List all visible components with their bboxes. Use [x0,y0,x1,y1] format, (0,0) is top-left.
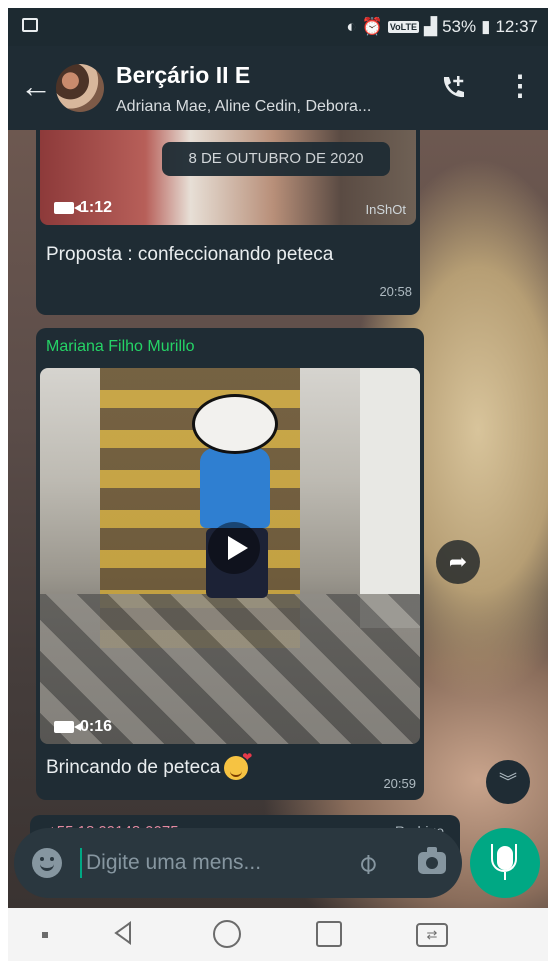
nav-dot-icon[interactable] [42,932,48,938]
wall-scene [360,368,420,628]
video-duration-2: 0:16 [54,718,112,736]
status-right: ◐ ⏰ VoLTE ▟ 53% ▮ 12:37 [346,8,538,46]
inshot-watermark: InShOt [365,202,406,217]
emoji-icon[interactable] [32,848,62,878]
vibrate-icon: ◐ [346,17,357,36]
nav-switch-app-icon[interactable]: ⇄ [416,923,448,947]
message-input[interactable] [86,846,296,880]
chat-header: ← Berçário II E Adriana Mae, Aline Cedin… [8,46,548,130]
nav-home-icon[interactable] [213,920,241,948]
alarm-icon: ⏰ [361,17,383,36]
video-camera-icon [54,721,81,733]
caption-text-2: Brincando de peteca [46,757,221,778]
camera-icon[interactable] [418,847,446,874]
video-message-2[interactable]: Mariana Filho Murillo 0:16 Brincando de … [36,328,424,800]
group-title[interactable]: Berçário II E [116,62,250,89]
video-camera-icon [54,202,81,214]
nav-recents-icon[interactable] [316,921,342,947]
message-caption-2: Brincando de peteca [46,750,252,780]
attach-icon[interactable]: ⌀ [343,839,391,887]
group-members[interactable]: Adriana Mae, Aline Cedin, Debora... [116,98,371,116]
duration-text-2: 0:16 [80,718,113,735]
message-time-2: 20:59 [383,776,416,791]
video-duration-1: 1:12 [54,199,112,217]
forward-icon[interactable]: ➦ [436,540,480,584]
message-time-1: 20:58 [379,284,412,299]
more-menu-icon[interactable]: ⋮ [506,72,534,102]
volte-label: VoLTE [387,21,419,33]
face-blur-mask [192,394,278,454]
date-divider: 8 DE OUTUBRO DE 2020 [162,142,390,176]
message-caption-1: Proposta : confeccionando peteca [46,244,334,265]
sender-name[interactable]: Mariana Filho Murillo [46,338,195,356]
back-arrow-icon[interactable]: ← [18,68,54,104]
duration-text-1: 1:12 [80,199,113,216]
gallery-icon [22,18,38,32]
group-avatar[interactable] [56,64,104,112]
video-thumbnail-2[interactable]: 0:16 [40,368,420,744]
phone-screen: ◐ ⏰ VoLTE ▟ 53% ▮ 12:37 ← Berçário II E … [8,8,548,961]
mic-icon [491,844,517,872]
text-cursor [80,848,82,878]
smiling-face-hearts-emoji-icon [224,750,252,780]
battery-icon: ▮ [481,17,491,36]
status-bar: ◐ ⏰ VoLTE ▟ 53% ▮ 12:37 [8,8,548,46]
chat-area[interactable]: 1:12 InShOt Proposta : confeccionando pe… [8,130,548,910]
signal-icon: ▟ [423,17,438,36]
scroll-down-icon[interactable]: ︾ [486,760,530,804]
play-icon[interactable] [208,522,260,574]
battery-percent: 53% [442,17,477,36]
android-nav-bar: ⇄ [8,908,548,961]
add-call-icon[interactable] [438,72,468,102]
clock: 12:37 [495,17,538,36]
composer-bar: ⌀ [14,828,462,898]
child-figure [200,448,270,528]
nav-back-icon[interactable] [110,920,136,946]
